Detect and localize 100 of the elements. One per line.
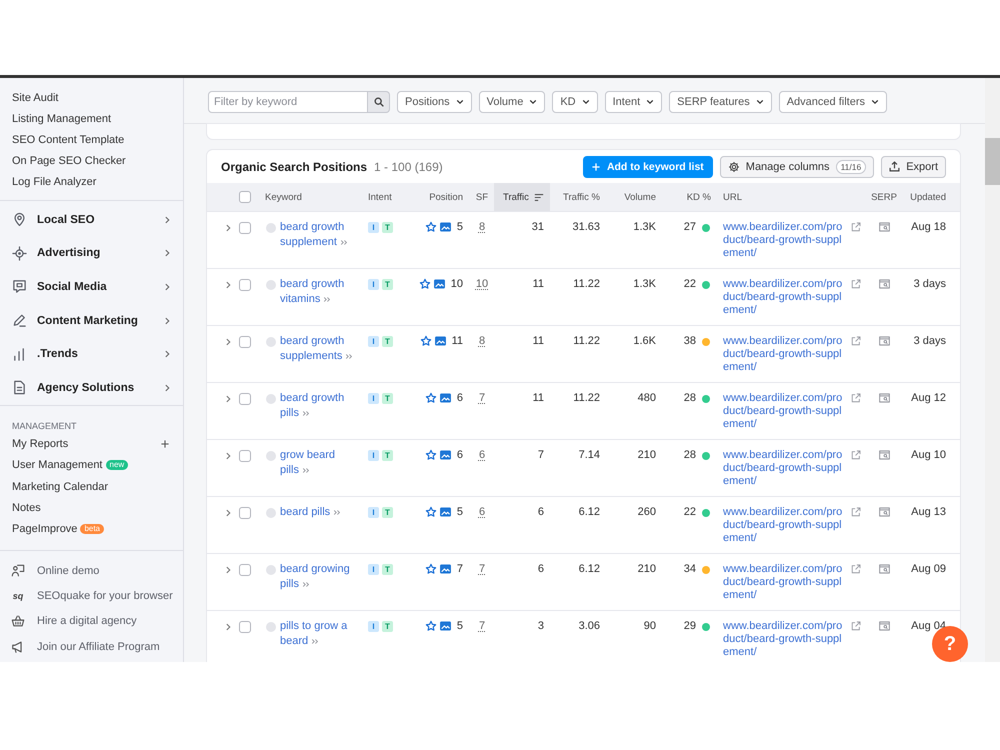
chevron-icon[interactable] [226, 509, 231, 517]
row-checkbox[interactable] [239, 507, 251, 519]
column-header[interactable]: SERP [871, 192, 897, 202]
double-chevron-icon[interactable] [333, 509, 342, 516]
double-chevron-icon[interactable] [302, 581, 310, 588]
row-checkbox[interactable] [239, 222, 251, 234]
external-link-icon[interactable] [851, 450, 861, 460]
column-header[interactable]: Traffic [494, 183, 550, 211]
scrollbar-thumb[interactable] [985, 138, 1000, 185]
external-link-icon[interactable] [851, 222, 861, 232]
chevron-icon[interactable] [226, 395, 231, 403]
url-link[interactable]: www.beardilizer.com/product/beard-growth-supplement/ [723, 563, 846, 602]
url-link[interactable]: www.beardilizer.com/product/beard-growth-supplement/ [723, 392, 846, 431]
column-header[interactable]: Position [429, 192, 463, 202]
chevron-icon[interactable] [226, 623, 231, 631]
keyword-link[interactable]: beard growth vitamins [280, 277, 356, 307]
serp-features-count[interactable]: 7 [478, 563, 486, 576]
filter-dropdown[interactable]: Advanced filters [778, 91, 887, 113]
sidebar-item[interactable]: On Page SEO Checker [12, 151, 126, 172]
filter-dropdown[interactable]: Volume [478, 91, 546, 113]
filter-dropdown[interactable]: Positions [397, 91, 472, 113]
search-button[interactable] [368, 91, 390, 113]
keyword-link[interactable]: grow beard pills [280, 448, 356, 478]
sidebar-item[interactable]: Notes [12, 502, 41, 514]
sidebar-section[interactable]: Content Marketing [0, 304, 183, 338]
sidebar-item[interactable]: Marketing Calendar [12, 480, 108, 493]
column-header[interactable]: KD % [686, 192, 711, 202]
serp-features-count[interactable]: 10 [476, 278, 488, 291]
url-link[interactable]: www.beardilizer.com/product/beard-growth-supplement/ [723, 620, 846, 659]
sidebar-section[interactable]: Advertising [0, 236, 183, 270]
keyword-link[interactable]: beard pills [280, 505, 356, 520]
chevron-icon[interactable] [226, 452, 231, 460]
double-chevron-icon[interactable] [340, 239, 348, 246]
keyword-link[interactable]: beard growing pills [280, 562, 356, 592]
url-link[interactable]: www.beardilizer.com/product/beard-growth-supplement/ [723, 278, 846, 317]
url-link[interactable]: www.beardilizer.com/product/beard-growth-supplement/ [723, 506, 846, 545]
sidebar-item[interactable]: User Management new [12, 459, 128, 472]
serp-preview-icon[interactable] [878, 507, 890, 517]
column-header[interactable]: Updated [910, 192, 946, 202]
external-link-icon[interactable] [851, 621, 861, 631]
column-header[interactable]: Intent [368, 192, 392, 202]
keyword-link[interactable]: pills to grow a beard [280, 619, 356, 649]
serp-features-count[interactable]: 8 [478, 335, 486, 348]
double-chevron-icon[interactable] [302, 410, 310, 417]
url-link[interactable]: www.beardilizer.com/product/beard-growth-supplement/ [723, 335, 846, 374]
double-chevron-icon[interactable] [302, 467, 310, 474]
keyword-link[interactable]: beard growth supplement [280, 220, 356, 250]
sidebar-section[interactable]: Local SEO [0, 203, 183, 237]
keyword-link[interactable]: beard growth supplements [280, 334, 356, 364]
url-link[interactable]: www.beardilizer.com/product/beard-growth-supplement/ [723, 221, 846, 260]
column-header[interactable]: Traffic % [563, 192, 600, 202]
serp-preview-icon[interactable] [878, 450, 890, 460]
filter-dropdown[interactable]: KD [552, 91, 598, 113]
sidebar-link[interactable]: sq SEOquake for your browser [0, 583, 173, 609]
external-link-icon[interactable] [851, 279, 861, 289]
column-header[interactable]: Keyword [265, 192, 302, 202]
external-link-icon[interactable] [851, 564, 861, 574]
url-link[interactable]: www.beardilizer.com/product/beard-growth-supplement/ [723, 449, 846, 488]
row-checkbox[interactable] [239, 393, 251, 405]
serp-features-count[interactable]: 6 [478, 506, 486, 519]
serp-features-count[interactable]: 7 [478, 620, 486, 633]
row-checkbox[interactable] [239, 450, 251, 462]
serp-features-count[interactable]: 8 [478, 221, 486, 234]
row-checkbox[interactable] [239, 279, 251, 291]
external-link-icon[interactable] [851, 336, 861, 346]
sidebar-item[interactable]: SEO Content Template [12, 130, 124, 151]
filter-dropdown[interactable]: SERP features [669, 91, 772, 113]
sidebar-item[interactable]: Site Audit [12, 88, 58, 109]
serp-preview-icon[interactable] [878, 336, 890, 346]
double-chevron-icon[interactable] [311, 638, 320, 645]
chevron-icon[interactable] [226, 338, 231, 346]
column-header[interactable]: SF [476, 192, 488, 202]
manage-columns-button[interactable]: Manage columns 11/16 [720, 156, 874, 178]
search-field[interactable]: Filter by keyword [208, 91, 368, 113]
serp-features-count[interactable]: 6 [478, 449, 486, 462]
serp-preview-icon[interactable] [878, 393, 890, 403]
row-checkbox[interactable] [239, 336, 251, 348]
export-button[interactable]: Export [881, 156, 946, 178]
double-chevron-icon[interactable] [323, 296, 332, 303]
select-all-checkbox[interactable] [239, 191, 251, 203]
sidebar-section[interactable]: Agency Solutions [0, 370, 183, 405]
chevron-icon[interactable] [226, 224, 231, 232]
column-header[interactable]: Volume [624, 192, 656, 202]
double-chevron-icon[interactable] [345, 353, 354, 360]
serp-preview-icon[interactable] [878, 564, 890, 574]
sidebar-link[interactable]: Hire a digital agency [0, 608, 137, 634]
serp-preview-icon[interactable] [878, 279, 890, 289]
external-link-icon[interactable] [851, 507, 861, 517]
sidebar-link[interactable]: Join our Affiliate Program [0, 634, 160, 660]
chevron-icon[interactable] [226, 566, 231, 574]
sidebar-section[interactable]: .Trends [0, 337, 183, 371]
serp-preview-icon[interactable] [878, 222, 890, 232]
plus-icon[interactable] [161, 440, 169, 448]
sidebar-link[interactable]: Online demo [0, 558, 100, 584]
external-link-icon[interactable] [851, 393, 861, 403]
keyword-link[interactable]: beard growth pills [280, 391, 356, 421]
serp-preview-icon[interactable] [878, 621, 890, 631]
column-header[interactable]: URL [723, 192, 742, 202]
sidebar-item[interactable]: PageImprove beta [12, 523, 104, 536]
filter-dropdown[interactable]: Intent [604, 91, 662, 113]
